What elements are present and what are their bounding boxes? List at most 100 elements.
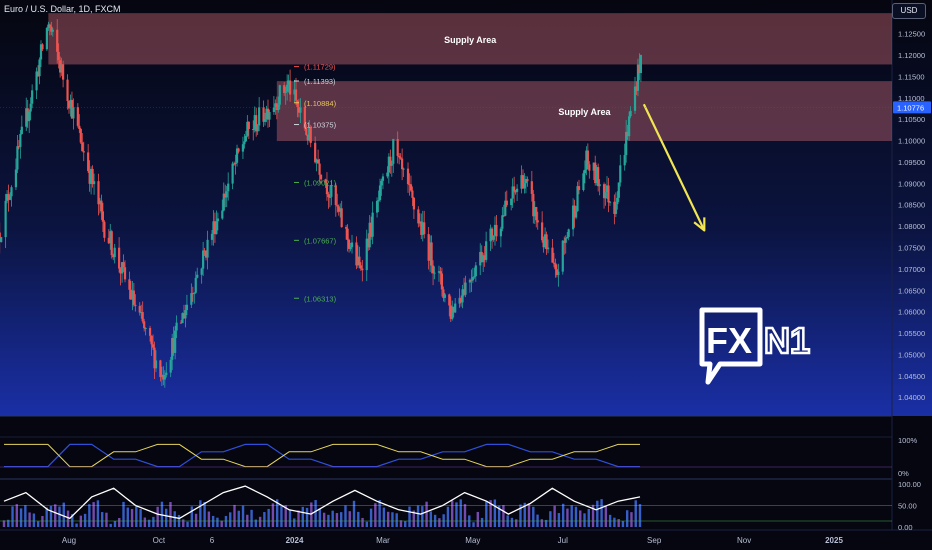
candle-body bbox=[134, 304, 137, 306]
histogram-bar bbox=[532, 506, 535, 527]
histogram-bar bbox=[229, 512, 232, 527]
histogram-bar bbox=[344, 505, 347, 527]
price-axis-tick: 1.12500 bbox=[898, 30, 925, 39]
candle bbox=[582, 170, 585, 192]
candle-body bbox=[361, 268, 364, 271]
chart-canvas: Supply Area Supply Area (1.11729) (1.11393… bbox=[0, 0, 932, 550]
candle-body bbox=[396, 138, 399, 156]
candle-body bbox=[398, 155, 401, 158]
histogram-bar bbox=[549, 511, 552, 527]
candle-body bbox=[159, 360, 162, 378]
histogram-bar bbox=[241, 505, 245, 527]
candle-body bbox=[194, 277, 197, 293]
histogram-bar bbox=[391, 512, 394, 527]
histogram-bar bbox=[186, 521, 189, 527]
histogram-bar bbox=[216, 517, 219, 527]
supply-zone-label: Supply Area bbox=[558, 107, 611, 117]
candle-body bbox=[629, 110, 632, 117]
candle bbox=[79, 127, 82, 145]
candle-body bbox=[377, 200, 380, 202]
candle-body bbox=[314, 142, 317, 163]
candle-body bbox=[258, 107, 261, 126]
histogram-bar bbox=[335, 513, 339, 527]
histogram-bar bbox=[587, 509, 590, 527]
time-axis-tick: Aug bbox=[62, 536, 76, 545]
fib-level-label: (1.11393) bbox=[304, 77, 336, 86]
price-axis-tick: 1.05000 bbox=[898, 350, 925, 359]
candle-body bbox=[215, 221, 218, 235]
candle-body bbox=[380, 180, 383, 186]
histogram-bar bbox=[625, 510, 629, 527]
candle-body bbox=[423, 222, 426, 235]
histogram-bar bbox=[357, 511, 360, 527]
currency-button[interactable]: USD bbox=[892, 3, 926, 19]
histogram-bar bbox=[105, 512, 108, 527]
histogram-bar bbox=[416, 505, 420, 527]
time-axis-tick: Sep bbox=[647, 536, 662, 545]
candle-body bbox=[225, 191, 228, 198]
histogram-bar bbox=[480, 517, 484, 527]
histogram-bar bbox=[96, 500, 100, 527]
candle-body bbox=[545, 234, 548, 250]
candle-body bbox=[150, 335, 153, 345]
logo-text-n1: N1 bbox=[764, 320, 810, 361]
candle-body bbox=[381, 176, 385, 181]
candle-body bbox=[492, 235, 495, 240]
candle-body bbox=[439, 271, 442, 274]
candle-body bbox=[132, 290, 135, 305]
candle-body bbox=[234, 162, 237, 165]
histogram-bar bbox=[199, 500, 202, 527]
histogram-bar bbox=[438, 518, 441, 527]
candle-body bbox=[123, 267, 127, 280]
price-axis-tick: 1.07000 bbox=[898, 265, 925, 274]
candle-body bbox=[294, 89, 298, 101]
candle-body bbox=[359, 265, 362, 269]
histogram-bar bbox=[54, 504, 57, 527]
histogram-bar bbox=[293, 518, 296, 527]
candle-body bbox=[144, 328, 147, 330]
time-axis-tick: May bbox=[465, 536, 480, 545]
price-axis-tick: 1.05500 bbox=[898, 329, 925, 338]
histogram-bar bbox=[579, 510, 582, 527]
candle-body bbox=[103, 221, 106, 238]
indicator2-axis-tick: 100.00 bbox=[898, 480, 921, 489]
candle-body bbox=[515, 188, 519, 192]
histogram-bar bbox=[88, 504, 91, 527]
candle-body bbox=[256, 125, 259, 132]
histogram-bar bbox=[369, 508, 373, 527]
candle-body bbox=[541, 222, 544, 241]
candle-body bbox=[210, 233, 214, 240]
histogram-bar bbox=[11, 506, 14, 527]
candle-body bbox=[62, 64, 65, 80]
price-axis-tick: 1.06500 bbox=[898, 286, 925, 295]
candle-body bbox=[299, 107, 302, 113]
histogram-bar bbox=[118, 518, 121, 527]
symbol-title[interactable]: Euro / U.S. Dollar, 1D, FXCM bbox=[4, 4, 121, 14]
candle-body bbox=[328, 196, 331, 198]
candle-body bbox=[536, 220, 539, 223]
candle-body bbox=[154, 360, 158, 369]
histogram-bar bbox=[49, 506, 53, 527]
candle-body bbox=[501, 215, 504, 229]
candle-body bbox=[375, 200, 379, 213]
candle-body bbox=[20, 126, 23, 134]
histogram-bar bbox=[62, 502, 65, 527]
candle-body bbox=[588, 164, 591, 171]
histogram-bar bbox=[271, 503, 275, 527]
candle-body bbox=[72, 107, 75, 119]
candle-body bbox=[101, 211, 105, 222]
candle-body bbox=[471, 277, 474, 281]
candle-body bbox=[440, 273, 444, 290]
histogram-bar bbox=[442, 514, 445, 527]
candle-body bbox=[551, 247, 554, 263]
candle-body bbox=[41, 44, 44, 50]
histogram-bar bbox=[19, 508, 23, 527]
candle-body bbox=[241, 144, 245, 152]
candle-body bbox=[28, 111, 31, 122]
price-axis-tick: 1.11500 bbox=[898, 72, 925, 81]
candle-body bbox=[586, 150, 589, 165]
candle-body bbox=[406, 168, 410, 185]
histogram-bar bbox=[297, 510, 300, 527]
histogram-bar bbox=[280, 506, 283, 527]
histogram-bar bbox=[557, 513, 561, 527]
